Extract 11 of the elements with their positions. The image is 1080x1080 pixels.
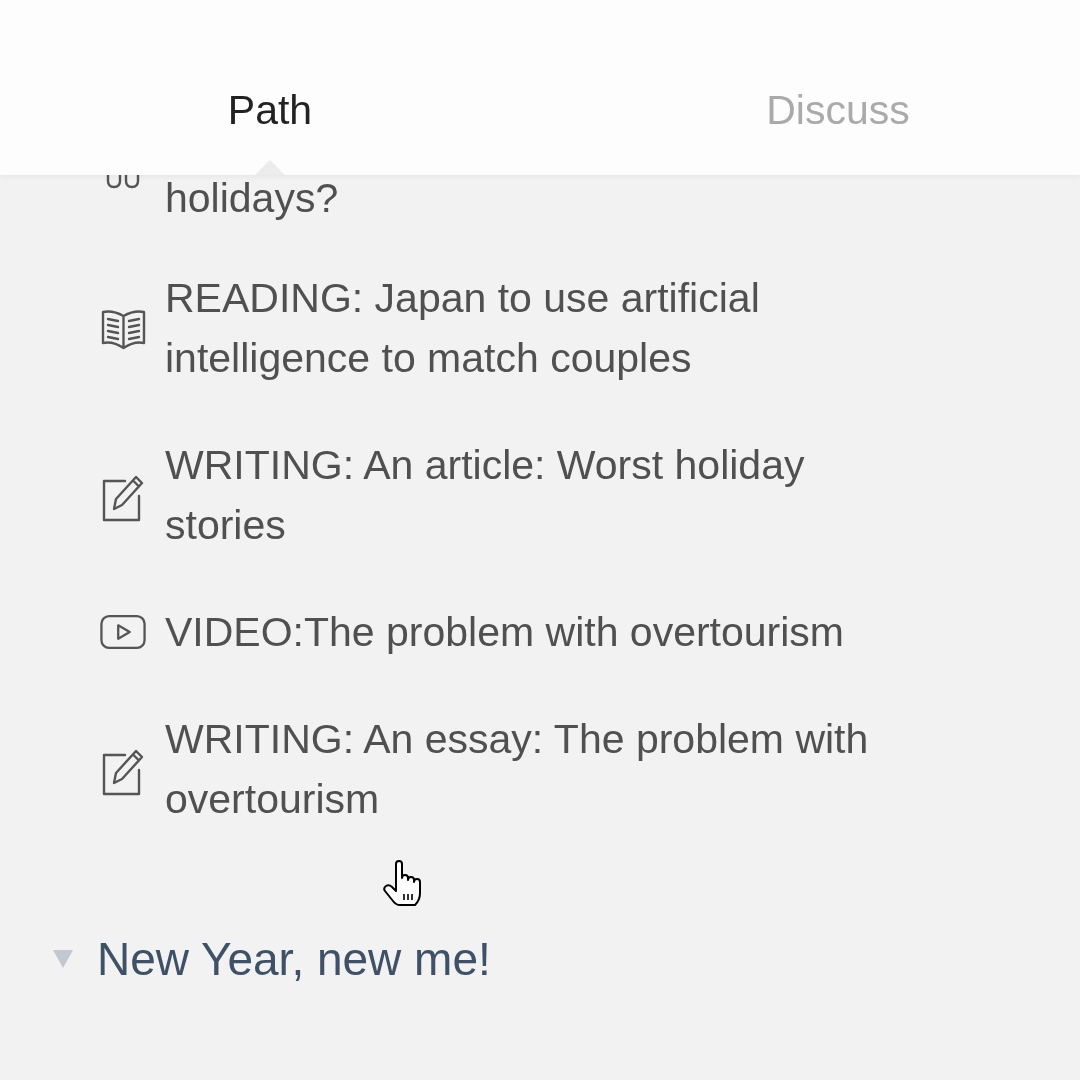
cropped-icon (105, 175, 141, 190)
lesson-title[interactable]: VIDEO:The problem with overtourism (165, 602, 844, 662)
tab[interactable]: Path (207, 70, 333, 175)
lesson-title[interactable]: WRITING: An article: Worst holiday stories (165, 435, 935, 555)
expand-triangle-icon[interactable] (53, 950, 73, 968)
lesson-title[interactable]: READING: Japan to use artificial intelligence to match couples (165, 268, 935, 388)
hand-cursor-icon (382, 860, 422, 906)
play-button-icon (100, 614, 146, 650)
lesson-title[interactable]: WRITING: An essay: The problem with overtourism (165, 709, 935, 829)
lesson-title[interactable]: holidays? (165, 175, 339, 221)
section-title[interactable]: New Year, new me! (97, 929, 491, 989)
